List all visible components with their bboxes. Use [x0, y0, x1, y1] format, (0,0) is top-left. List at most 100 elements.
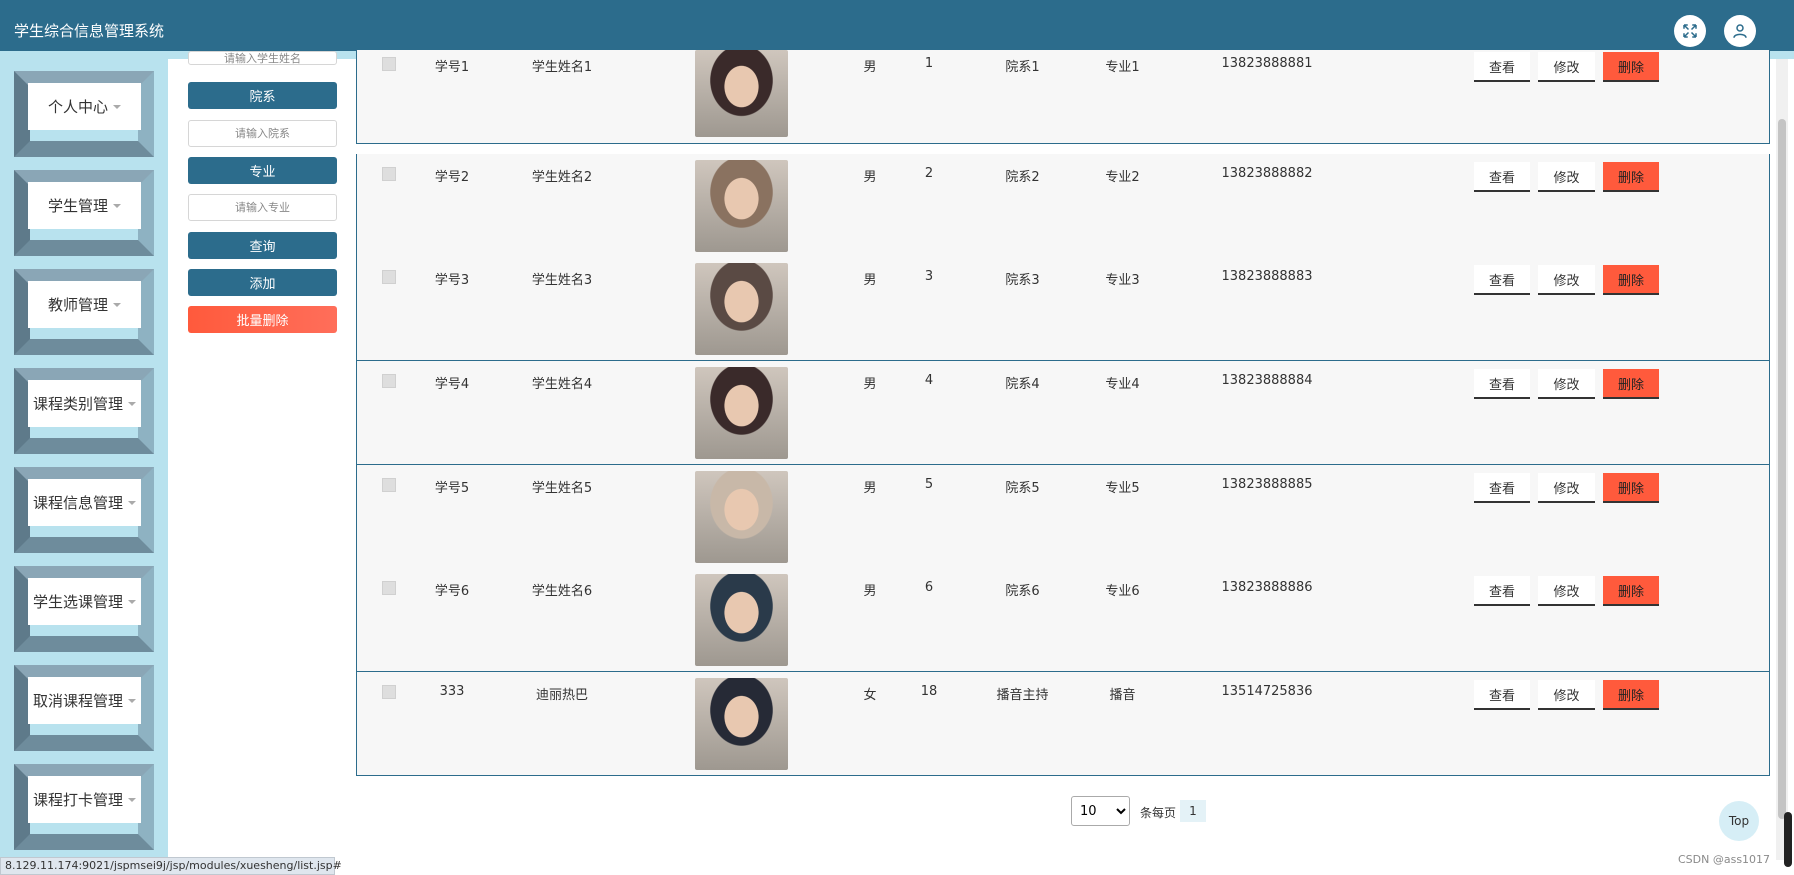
- sidebar-menu-button[interactable]: 课程信息管理: [28, 479, 141, 526]
- sidebar-item-course-category: 课程类别管理: [0, 362, 168, 457]
- sidebar-menu-button[interactable]: 个人中心: [28, 83, 141, 130]
- cell-dept: 院系5: [1005, 481, 1040, 496]
- edit-button[interactable]: 修改: [1538, 265, 1595, 295]
- back-to-top-button[interactable]: Top: [1719, 801, 1759, 841]
- sidebar-menu-button[interactable]: 教师管理: [28, 281, 141, 328]
- cell-age: 5: [924, 477, 934, 492]
- row-checkbox[interactable]: [382, 478, 396, 492]
- cell-age: 18: [920, 684, 938, 699]
- cell-dept: 院系4: [1005, 377, 1040, 392]
- sidebar-item-course-cancel: 取消课程管理: [0, 659, 168, 754]
- major-label: 专业: [188, 157, 337, 184]
- page-size-select[interactable]: 10: [1071, 796, 1130, 826]
- user-icon: [1733, 24, 1747, 38]
- cell-name: 学生姓名3: [531, 273, 593, 288]
- cell-major: 播音: [1109, 688, 1136, 703]
- sidebar-menu-button[interactable]: 课程打卡管理: [28, 776, 141, 823]
- student-photo: [695, 263, 788, 355]
- cell-age: 2: [924, 166, 934, 181]
- cell-gender: 男: [863, 481, 877, 496]
- caret-down-icon: [128, 500, 136, 505]
- edit-button[interactable]: 修改: [1538, 52, 1595, 82]
- cell-name: 迪丽热巴: [535, 688, 588, 703]
- sidebar-menu-button[interactable]: 学生管理: [28, 182, 141, 229]
- cell-gender: 男: [863, 170, 877, 185]
- row-checkbox[interactable]: [382, 270, 396, 284]
- view-button[interactable]: 查看: [1474, 576, 1530, 606]
- row-checkbox[interactable]: [382, 167, 396, 181]
- view-button[interactable]: 查看: [1474, 369, 1530, 399]
- major-input[interactable]: [188, 194, 337, 221]
- cell-dept: 院系1: [1005, 60, 1040, 75]
- cell-age: 6: [924, 580, 934, 595]
- delete-button[interactable]: 删除: [1603, 680, 1659, 710]
- user-button[interactable]: [1724, 15, 1756, 47]
- caret-down-icon: [128, 797, 136, 802]
- delete-button[interactable]: 删除: [1603, 52, 1659, 82]
- sidebar-item-course-checkin: 课程打卡管理: [0, 758, 168, 853]
- table-row: 学号1 学生姓名1 男 1 院系1 专业1 13823888881 查看 修改 删除: [356, 50, 1770, 144]
- cell-name: 学生姓名5: [531, 481, 593, 496]
- cell-gender: 男: [863, 377, 877, 392]
- delete-button[interactable]: 删除: [1603, 369, 1659, 399]
- cell-gender: 男: [863, 60, 877, 75]
- vertical-scrollbar[interactable]: [1776, 59, 1788, 860]
- dept-label: 院系: [188, 82, 337, 109]
- cell-name: 学生姓名1: [531, 60, 593, 75]
- caret-down-icon: [128, 401, 136, 406]
- row-checkbox[interactable]: [382, 581, 396, 595]
- table-row: 学号3 学生姓名3 男 3 院系3 专业3 13823888883 查看 修改 删除: [356, 257, 1770, 361]
- cell-dept: 院系6: [1005, 584, 1040, 599]
- scrollbar-edge: [1784, 812, 1792, 867]
- cell-id: 学号5: [434, 481, 470, 496]
- delete-button[interactable]: 删除: [1603, 473, 1659, 503]
- caret-down-icon: [128, 599, 136, 604]
- cell-name: 学生姓名2: [531, 170, 593, 185]
- caret-down-icon: [113, 302, 121, 307]
- student-photo: [695, 471, 788, 563]
- query-button[interactable]: 查询: [188, 232, 337, 259]
- cell-id: 学号1: [434, 60, 470, 75]
- cell-age: 4: [924, 373, 934, 388]
- edit-button[interactable]: 修改: [1538, 576, 1595, 606]
- status-bar-url: 8.129.11.174:9021/jspmsei9j/jsp/modules/…: [0, 857, 342, 875]
- student-photo: [695, 50, 788, 137]
- edit-button[interactable]: 修改: [1538, 473, 1595, 503]
- row-checkbox[interactable]: [382, 57, 396, 71]
- sidebar-menu-button[interactable]: 取消课程管理: [28, 677, 141, 724]
- row-checkbox[interactable]: [382, 374, 396, 388]
- table-row: 学号2 学生姓名2 男 2 院系2 专业2 13823888882 查看 修改 删除: [356, 154, 1770, 258]
- delete-button[interactable]: 删除: [1603, 265, 1659, 295]
- view-button[interactable]: 查看: [1474, 265, 1530, 295]
- view-button[interactable]: 查看: [1474, 162, 1530, 192]
- edit-button[interactable]: 修改: [1538, 369, 1595, 399]
- student-name-input[interactable]: [188, 51, 337, 65]
- row-checkbox[interactable]: [382, 685, 396, 699]
- student-photo: [695, 574, 788, 666]
- view-button[interactable]: 查看: [1474, 52, 1530, 82]
- dept-input[interactable]: [188, 120, 337, 147]
- sidebar-menu-button[interactable]: 学生选课管理: [28, 578, 141, 625]
- view-button[interactable]: 查看: [1474, 473, 1530, 503]
- cell-id: 学号6: [434, 584, 470, 599]
- delete-button[interactable]: 删除: [1603, 576, 1659, 606]
- add-button[interactable]: 添加: [188, 269, 337, 296]
- student-table: 学号1 学生姓名1 男 1 院系1 专业1 13823888881 查看 修改 删除 学号2 学生姓名…: [356, 50, 1770, 776]
- sidebar: 个人中心 学生管理 教师管理 课程类别管理 课程信息管理 学生选课管理 取消课程…: [0, 59, 168, 860]
- cell-id: 学号3: [434, 273, 470, 288]
- table-row: 学号5 学生姓名5 男 5 院系5 专业5 13823888885 查看 修改 删除: [356, 465, 1770, 569]
- edit-button[interactable]: 修改: [1538, 680, 1595, 710]
- page-button-current[interactable]: 1: [1180, 800, 1206, 822]
- batch-delete-button[interactable]: 批量删除: [188, 306, 337, 333]
- per-page-label: 条每页: [1140, 806, 1177, 820]
- cell-id: 学号4: [434, 377, 470, 392]
- edit-button[interactable]: 修改: [1538, 162, 1595, 192]
- delete-button[interactable]: 删除: [1603, 162, 1659, 192]
- cell-phone: 13823888882: [1221, 166, 1313, 181]
- fullscreen-button[interactable]: [1674, 15, 1706, 47]
- sidebar-menu-button[interactable]: 课程类别管理: [28, 380, 141, 427]
- view-button[interactable]: 查看: [1474, 680, 1530, 710]
- caret-down-icon: [128, 698, 136, 703]
- cell-dept: 播音主持: [996, 688, 1049, 703]
- scrollbar-thumb[interactable]: [1778, 119, 1786, 819]
